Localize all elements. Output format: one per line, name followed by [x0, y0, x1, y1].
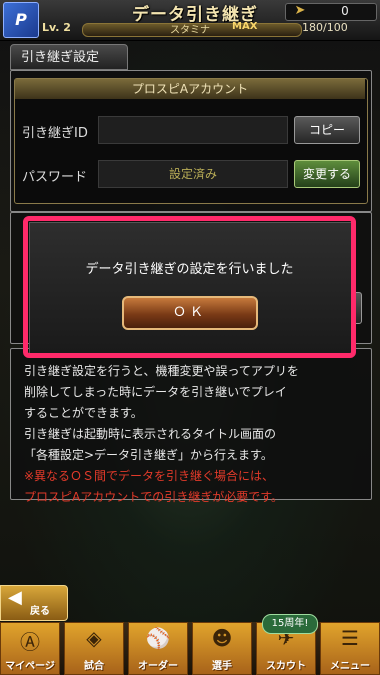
- dialog-message: データ引き継ぎの設定を行いました: [85, 262, 294, 277]
- nav-label-scout: スカウト: [266, 661, 306, 672]
- stadium-icon: ◈: [86, 626, 102, 650]
- page-title: データ引き継ぎ: [132, 5, 258, 25]
- change-password-button[interactable]: 変更する: [294, 160, 360, 188]
- warning-line: ※異なるＯＳ間でデータを引き継ぐ場合には、: [24, 469, 275, 483]
- dialog-highlight-outline: [23, 216, 356, 358]
- coin-value: 0: [341, 4, 349, 18]
- nav-label-mypage: マイページ: [5, 661, 55, 672]
- stamina-max-badge: MAX: [232, 21, 258, 32]
- password-status: 設定済み: [168, 167, 217, 181]
- nav-label-match: 試合: [84, 661, 104, 672]
- stamina-label: スタミナ: [170, 25, 210, 36]
- nav-label-order: オーダー: [138, 661, 178, 672]
- info-line: 引き継ぎは起動時に表示されるタイトル画面の: [24, 427, 277, 441]
- stamina-value: 180/100: [302, 21, 348, 34]
- transfer-id-label: 引き継ぎID: [22, 126, 88, 141]
- player-icon: ☻: [211, 626, 233, 650]
- info-line: 「各種設定>データ引き継ぎ」から行えます。: [24, 448, 273, 462]
- info-line: 削除してしまった時にデータを引き継いでプレイ: [24, 385, 287, 399]
- lineup-icon: ⚾: [145, 626, 171, 650]
- password-field: 設定済み: [98, 160, 288, 188]
- copy-button[interactable]: コピー: [294, 116, 360, 144]
- anniversary-badge: 15周年!: [262, 614, 318, 634]
- back-arrow-icon: ◀: [8, 587, 22, 608]
- section-tab-transfer-settings: 引き継ぎ設定: [10, 44, 128, 70]
- coin-icon: ➤: [294, 3, 306, 18]
- info-line: 引き継ぎ設定を行うと、機種変更や誤ってアプリを: [24, 364, 299, 378]
- password-label: パスワード: [22, 170, 88, 185]
- back-label: 戻る: [30, 606, 50, 617]
- mypage-icon: Ⓐ: [20, 630, 40, 654]
- menu-icon: ☰: [341, 626, 359, 650]
- ok-button[interactable]: ＯＫ: [122, 296, 258, 330]
- warning-line: プロスピAアカウントでの引き継ぎが必要です。: [24, 490, 284, 504]
- app-logo[interactable]: P: [3, 2, 39, 38]
- info-line: することができます。: [24, 406, 143, 420]
- nav-label-players: 選手: [212, 661, 232, 672]
- account-header: プロスピAアカウント: [15, 79, 365, 99]
- player-level: Lv. 2: [42, 21, 71, 34]
- transfer-id-field: [98, 116, 288, 144]
- nav-label-menu: メニュー: [330, 661, 370, 672]
